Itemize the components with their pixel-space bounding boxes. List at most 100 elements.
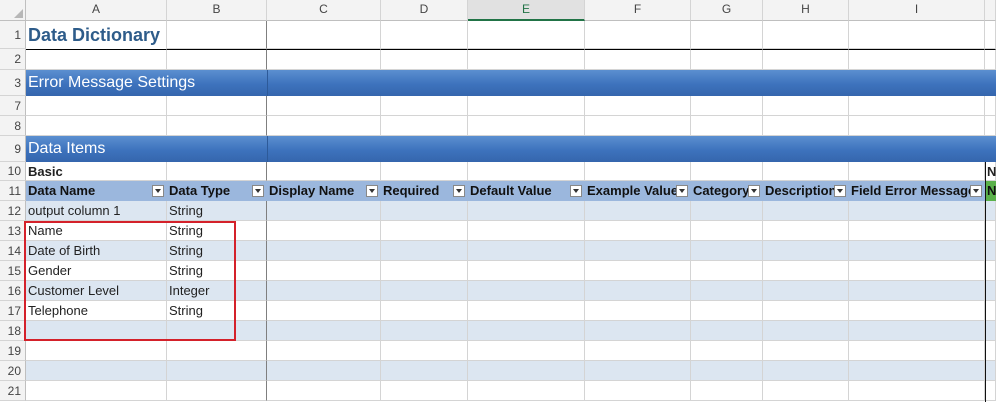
cell-c-7[interactable] [267,96,381,116]
cell-h-16[interactable] [763,281,849,301]
row-header-2[interactable]: 2 [0,49,26,70]
cell-d-17[interactable] [381,301,468,321]
filter-dropdown-icon[interactable] [453,185,465,197]
table-header-display-name[interactable]: Display Name [267,181,381,201]
cell-b-2[interactable] [167,49,267,70]
select-all-corner[interactable] [0,0,26,21]
cell-d-15[interactable] [381,261,468,281]
cell-b-19[interactable] [167,341,267,361]
cell-h-7[interactable] [763,96,849,116]
cell-e-16[interactable] [468,281,585,301]
cell-g-12[interactable] [691,201,763,221]
cell-d-16[interactable] [381,281,468,301]
cell-d-18[interactable] [381,321,468,341]
cell-g-16[interactable] [691,281,763,301]
cell-e-10[interactable] [468,162,585,181]
cell-c-8[interactable] [267,116,381,136]
cell-e-14[interactable] [468,241,585,261]
data-type-cell[interactable]: String [167,201,267,221]
cell-j-13[interactable] [985,221,996,241]
cell-c-13[interactable] [267,221,381,241]
cell-c-21[interactable] [267,381,381,401]
cell-f-10[interactable] [585,162,691,181]
column-header-d[interactable]: D [381,0,468,21]
cell-j-18[interactable] [985,321,996,341]
filter-dropdown-icon[interactable] [152,185,164,197]
row-header-21[interactable]: 21 [0,381,26,401]
cell-i-7[interactable] [849,96,985,116]
cell-a-2[interactable] [26,49,167,70]
cell-f-20[interactable] [585,361,691,381]
cell-d-13[interactable] [381,221,468,241]
row-header-3[interactable]: 3 [0,70,26,96]
row-header-16[interactable]: 16 [0,281,26,301]
cell-j-15[interactable] [985,261,996,281]
cell-j-14[interactable] [985,241,996,261]
filter-dropdown-icon[interactable] [676,185,688,197]
cell-h-15[interactable] [763,261,849,281]
cell-d-19[interactable] [381,341,468,361]
cell-a-7[interactable] [26,96,167,116]
row-header-14[interactable]: 14 [0,241,26,261]
cell-c-16[interactable] [267,281,381,301]
cell-e-1[interactable] [468,21,585,49]
cell-f-8[interactable] [585,116,691,136]
cell-j-2[interactable] [985,49,996,70]
cell-b-7[interactable] [167,96,267,116]
cell-d-8[interactable] [381,116,468,136]
cell-f-21[interactable] [585,381,691,401]
cell-e-7[interactable] [468,96,585,116]
cell-j-21[interactable] [985,381,996,401]
row-header-13[interactable]: 13 [0,221,26,241]
cell-e-12[interactable] [468,201,585,221]
cell-d-10[interactable] [381,162,468,181]
cell-j-17[interactable] [985,301,996,321]
cell-g-14[interactable] [691,241,763,261]
row-header-8[interactable]: 8 [0,116,26,136]
cell-i-20[interactable] [849,361,985,381]
cell-g-1[interactable] [691,21,763,49]
column-header-g[interactable]: G [691,0,763,21]
cell-f-1[interactable] [585,21,691,49]
cell-g-10[interactable] [691,162,763,181]
table-header-default-value[interactable]: Default Value [468,181,585,201]
row-header-15[interactable]: 15 [0,261,26,281]
row-header-11[interactable]: 11 [0,181,26,201]
cell-i-1[interactable] [849,21,985,49]
cell-d-20[interactable] [381,361,468,381]
cell-i-10[interactable] [849,162,985,181]
cell-g-20[interactable] [691,361,763,381]
cell-h-2[interactable] [763,49,849,70]
cell-d-2[interactable] [381,49,468,70]
filter-dropdown-icon[interactable] [748,185,760,197]
cell-e-19[interactable] [468,341,585,361]
data-name-cell[interactable]: output column 1 [26,201,167,221]
cell-i-8[interactable] [849,116,985,136]
cell-g-15[interactable] [691,261,763,281]
cell-g-13[interactable] [691,221,763,241]
cell-j-20[interactable] [985,361,996,381]
cell-e-8[interactable] [468,116,585,136]
cell-e-18[interactable] [468,321,585,341]
filter-dropdown-icon[interactable] [366,185,378,197]
spreadsheet-grid[interactable]: A B C D E F G H I 1 2 3 7 8 9 10 11 12 13 14 15 16 17 18 19 20 21 D… [0,0,996,402]
cell-j-16[interactable] [985,281,996,301]
cell-c-1[interactable] [267,21,381,49]
cell-a-8[interactable] [26,116,167,136]
row-header-17[interactable]: 17 [0,301,26,321]
cell-j-19[interactable] [985,341,996,361]
cell-j-8[interactable] [985,116,996,136]
cell-d-14[interactable] [381,241,468,261]
cell-e-2[interactable] [468,49,585,70]
cell-i-19[interactable] [849,341,985,361]
cell-f-19[interactable] [585,341,691,361]
cell-h-13[interactable] [763,221,849,241]
column-header-h[interactable]: H [763,0,849,21]
cell-i-14[interactable] [849,241,985,261]
row-header-1[interactable]: 1 [0,21,26,49]
column-header-c[interactable]: C [267,0,381,21]
cell-c-19[interactable] [267,341,381,361]
cell-h-14[interactable] [763,241,849,261]
cell-h-21[interactable] [763,381,849,401]
cell-f-7[interactable] [585,96,691,116]
